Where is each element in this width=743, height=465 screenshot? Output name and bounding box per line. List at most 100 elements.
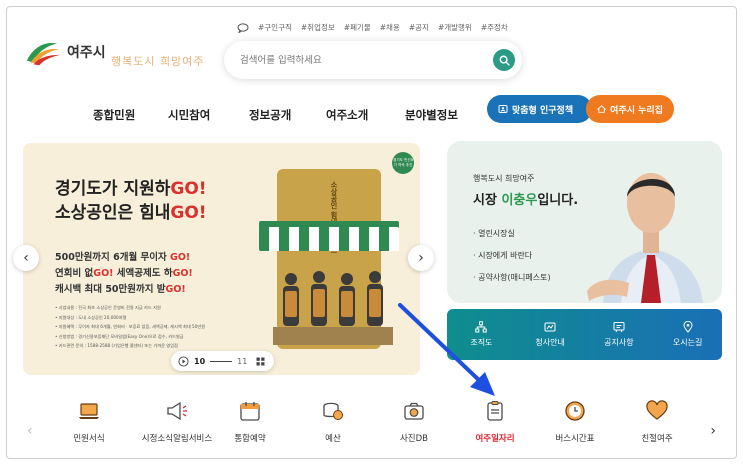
banner-next-button[interactable]: › [408, 245, 434, 271]
keyword-link[interactable]: #구인구직 [258, 22, 292, 33]
menu-item-kindness[interactable]: 친절여주 [617, 399, 697, 444]
detail-line: • 신청방법 : 경기신용보증재단 모바일앱(Easy One)으로 접수, 카… [55, 333, 184, 339]
nav-item-general-civil[interactable]: 종합민원 [93, 107, 135, 123]
home-icon [597, 105, 607, 113]
keyword-link[interactable]: #개발행위 [438, 22, 472, 33]
banner-details: • 사업내용 : 전국 최초 소상공인 운영비 전용 지급 카드 지원 • 지원… [55, 303, 235, 351]
headline-go: GO! [170, 203, 207, 223]
nurijip-button[interactable]: 여주시 누리집 [586, 95, 674, 123]
keyword-link[interactable]: #공지 [409, 22, 429, 33]
mayor-title: 시장 이충우입니다. [473, 189, 578, 208]
logo-text: 여주시 [67, 45, 106, 61]
slider-progress-line [210, 360, 233, 362]
play-icon[interactable] [178, 355, 189, 367]
shop-owners-illustration [273, 271, 393, 345]
detail-line: • 지원대상 : 도내 소상공인 20,000여명 [55, 314, 127, 320]
banner-prev-button[interactable]: ‹ [13, 245, 39, 271]
banner-benefits: 500만원까지 6개월 무이자 GO! 연회비 없GO! 세액공제도 하GO! … [55, 250, 193, 298]
grid-view-icon[interactable] [256, 357, 265, 366]
mayor-title-prefix: 시장 [473, 193, 502, 208]
keyword-link[interactable]: #채용 [380, 22, 400, 33]
nav-item-fields[interactable]: 분야별정보 [405, 107, 458, 123]
mayor-subtitle: 행복도시 희망여주 [473, 174, 535, 183]
chat-bubble-icon [237, 22, 249, 33]
keyword-link[interactable]: #주정차 [481, 22, 508, 33]
detail-line: • 지원혜택 : 무이자 최대 6개월, 연회비 · 보증료 없음, 세액공제,… [55, 324, 206, 330]
menu-item-label: 민원서식 [73, 434, 105, 444]
clock-icon [565, 401, 585, 421]
yeoju-logo-icon [26, 42, 61, 66]
population-policy-button[interactable]: 맞춤형 인구정책 [487, 95, 592, 123]
menu-item-label: 사진DB [399, 434, 429, 444]
headline-go: GO! [170, 179, 207, 199]
menu-item-label: 버스시간표 [555, 434, 595, 444]
laptop-icon [79, 403, 99, 419]
calendar-icon [240, 402, 260, 421]
slide-total: 11 [237, 356, 248, 366]
menu-item-label: 예산 [325, 434, 341, 444]
quick-link-label: 공지사항 [604, 338, 634, 347]
chevron-left-icon: ‹ [23, 250, 29, 266]
menu-item-label: 친절여주 [641, 434, 673, 444]
keyword-link[interactable]: #폐기물 [344, 22, 371, 33]
menu-prev-button[interactable]: ‹ [27, 423, 33, 439]
quick-link-org-chart[interactable]: 조직도 [451, 321, 511, 348]
camera-icon [404, 402, 424, 420]
menu-item-label: 여주일자리 [475, 434, 515, 444]
mayor-name: 이충우 [501, 193, 538, 208]
benefit-text: 캐시백 최대 50만원까지 받 [55, 284, 166, 295]
menu-item-photo-db[interactable]: 사진DB [374, 399, 454, 444]
org-chart-icon [475, 321, 488, 333]
pledge-badge: 경기도 민선8기 약속 추진 [392, 152, 414, 174]
menu-item-forms[interactable]: 민원서식 [49, 399, 129, 444]
location-pin-icon [683, 321, 693, 333]
benefit-go: GO! [170, 252, 191, 263]
search-icon [499, 55, 510, 66]
popular-keywords: #구인구직 #취업정보 #폐기물 #채용 #공지 #개발행위 #주정차 [237, 22, 508, 33]
nav-item-citizen[interactable]: 시민참여 [168, 107, 210, 123]
quick-link-notice[interactable]: 공지사항 [589, 321, 649, 348]
menu-item-reservation[interactable]: 통합예약 [210, 399, 290, 444]
id-card-icon [498, 105, 508, 113]
menu-item-label: 통합예약 [234, 434, 266, 444]
menu-item-label: 시정소식알림서비스 [141, 434, 213, 444]
benefit-go: GO! [172, 268, 193, 279]
mayor-link-manifesto[interactable]: · 공약사항(매니페스토) [473, 267, 551, 289]
mayor-title-suffix: 입니다. [537, 193, 579, 208]
site-logo[interactable]: 여주시 [25, 37, 106, 67]
menu-item-bus-timetable[interactable]: 버스시간표 [535, 399, 615, 444]
search-button[interactable] [493, 49, 515, 71]
benefit-text: 500만원까지 6개월 무이자 [55, 252, 171, 263]
menu-item-jobs[interactable]: 여주일자리 [455, 399, 535, 444]
shop-awning [259, 227, 399, 251]
megaphone-icon [167, 401, 187, 421]
heart-hand-icon [646, 400, 668, 420]
mayor-links: · 열린시장실 · 시장에게 바란다 · 공약사항(매니페스토) [473, 223, 551, 289]
quick-links: 조직도 청사안내 공지사항 오시는길 [447, 309, 722, 360]
search-box [224, 41, 522, 79]
headline-text: 소상공인은 힘내 [55, 203, 171, 223]
slider-controls: 10 11 [171, 351, 274, 371]
quick-link-building[interactable]: 청사안내 [520, 321, 580, 348]
mayor-photo [587, 173, 703, 303]
nav-item-about[interactable]: 여주소개 [326, 107, 368, 123]
mayor-link-request[interactable]: · 시장에게 바란다 [473, 245, 551, 267]
menu-next-button[interactable]: › [710, 423, 716, 439]
clipboard-icon [487, 401, 503, 421]
mayor-link-office[interactable]: · 열린시장실 [473, 223, 551, 245]
main-banner[interactable]: 경기도가 지원하GO! 소상공인은 힘내GO! 500만원까지 6개월 무이자 … [23, 143, 420, 375]
detail-line: • 사업내용 : 전국 최초 소상공인 운영비 전용 지급 카드 지원 [55, 305, 161, 310]
nav-item-disclosure[interactable]: 정보공개 [249, 107, 291, 123]
notice-icon [613, 322, 625, 333]
benefit-text: 연회비 없 [55, 268, 94, 279]
chevron-right-icon: › [418, 250, 424, 266]
quick-link-label: 청사안내 [535, 338, 565, 347]
quick-link-directions[interactable]: 오시는길 [658, 321, 718, 348]
quick-link-label: 오시는길 [672, 338, 703, 347]
menu-item-budget[interactable]: 예산 [293, 399, 373, 444]
coins-icon [323, 402, 343, 420]
pill-label: 여주시 누리집 [610, 105, 663, 116]
search-input[interactable] [240, 50, 480, 70]
menu-item-alert-service[interactable]: 시정소식알림서비스 [137, 399, 217, 444]
keyword-link[interactable]: #취업정보 [301, 22, 335, 33]
